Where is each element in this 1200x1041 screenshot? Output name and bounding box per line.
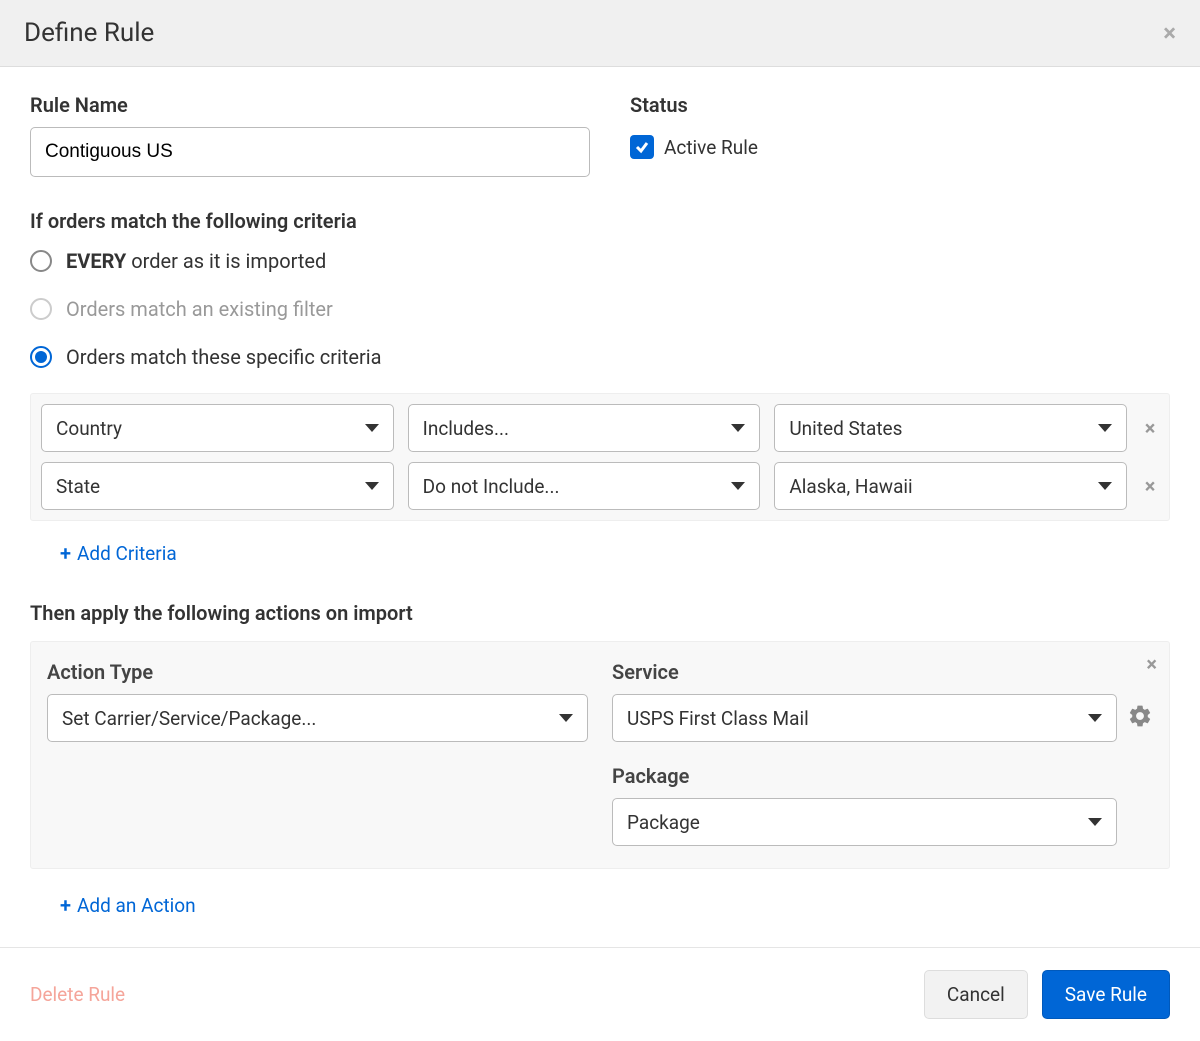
- remove-criteria-icon[interactable]: ×: [1141, 416, 1159, 440]
- plus-icon: +: [60, 541, 71, 565]
- cancel-button[interactable]: Cancel: [924, 970, 1028, 1019]
- rule-name-label: Rule Name: [30, 93, 590, 117]
- service-select-row: USPS First Class Mail: [612, 694, 1153, 742]
- criteria-heading: If orders match the following criteria: [30, 209, 1170, 233]
- action-type-select[interactable]: Set Carrier/Service/Package...: [47, 694, 588, 742]
- rule-name-group: Rule Name: [30, 93, 590, 177]
- remove-criteria-icon[interactable]: ×: [1141, 474, 1159, 498]
- radio-circle[interactable]: [30, 346, 52, 368]
- close-icon[interactable]: ×: [1163, 19, 1176, 47]
- modal-body: Rule Name Status Active Rule If orders m…: [0, 67, 1200, 947]
- add-action-link[interactable]: + Add an Action: [60, 893, 196, 917]
- service-select[interactable]: USPS First Class Mail: [612, 694, 1117, 742]
- footer-buttons: Cancel Save Rule: [924, 970, 1170, 1019]
- action-type-label: Action Type: [47, 660, 588, 684]
- action-right-col: Service USPS First Class Mail Package Pa…: [612, 660, 1153, 846]
- status-label: Status: [630, 93, 758, 117]
- package-label: Package: [612, 764, 1153, 788]
- criteria-field-select[interactable]: State: [41, 462, 394, 510]
- modal-header: Define Rule ×: [0, 0, 1200, 67]
- actions-heading: Then apply the following actions on impo…: [30, 601, 1170, 625]
- status-group: Status Active Rule: [630, 93, 758, 177]
- action-type-col: Action Type Set Carrier/Service/Package.…: [47, 660, 588, 846]
- plus-icon: +: [60, 893, 71, 917]
- check-icon: [634, 139, 650, 155]
- criteria-field-select[interactable]: Country: [41, 404, 394, 452]
- delete-rule-link[interactable]: Delete Rule: [30, 983, 125, 1006]
- actions-section: Then apply the following actions on impo…: [30, 601, 1170, 917]
- criteria-operator-select[interactable]: Includes...: [408, 404, 761, 452]
- criteria-row: State Do not Include... Alaska, Hawaii ×: [41, 462, 1159, 510]
- radio-option-filter: Orders match an existing filter: [30, 297, 1170, 321]
- top-row: Rule Name Status Active Rule: [30, 93, 1170, 177]
- package-select[interactable]: Package: [612, 798, 1117, 846]
- package-select-row: Package: [612, 798, 1153, 846]
- modal-title: Define Rule: [24, 18, 154, 48]
- criteria-value-select[interactable]: Alaska, Hawaii: [774, 462, 1127, 510]
- criteria-row: Country Includes... United States ×: [41, 404, 1159, 452]
- criteria-value-select[interactable]: United States: [774, 404, 1127, 452]
- save-rule-button[interactable]: Save Rule: [1042, 970, 1170, 1019]
- radio-circle[interactable]: [30, 250, 52, 272]
- radio-option-specific[interactable]: Orders match these specific criteria: [30, 345, 1170, 369]
- service-label: Service: [612, 660, 1153, 684]
- add-criteria-link[interactable]: + Add Criteria: [60, 541, 177, 565]
- criteria-operator-select[interactable]: Do not Include...: [408, 462, 761, 510]
- action-block: × Action Type Set Carrier/Service/Packag…: [30, 641, 1170, 869]
- radio-circle: [30, 298, 52, 320]
- active-rule-label: Active Rule: [664, 136, 758, 159]
- criteria-block: Country Includes... United States × Stat…: [30, 393, 1170, 521]
- radio-label-specific: Orders match these specific criteria: [66, 345, 382, 369]
- package-group: Package Package: [612, 764, 1153, 846]
- active-rule-checkbox[interactable]: [630, 135, 654, 159]
- radio-label-filter: Orders match an existing filter: [66, 297, 333, 321]
- gear-icon[interactable]: [1127, 703, 1153, 734]
- action-row: Action Type Set Carrier/Service/Package.…: [47, 660, 1153, 846]
- active-rule-checkbox-row[interactable]: Active Rule: [630, 135, 758, 159]
- remove-action-icon[interactable]: ×: [1146, 652, 1157, 676]
- radio-option-every[interactable]: EVERY order as it is imported: [30, 249, 1170, 273]
- radio-label-every: EVERY order as it is imported: [66, 249, 326, 273]
- rule-name-input[interactable]: [30, 127, 590, 177]
- modal-footer: Delete Rule Cancel Save Rule: [0, 947, 1200, 1041]
